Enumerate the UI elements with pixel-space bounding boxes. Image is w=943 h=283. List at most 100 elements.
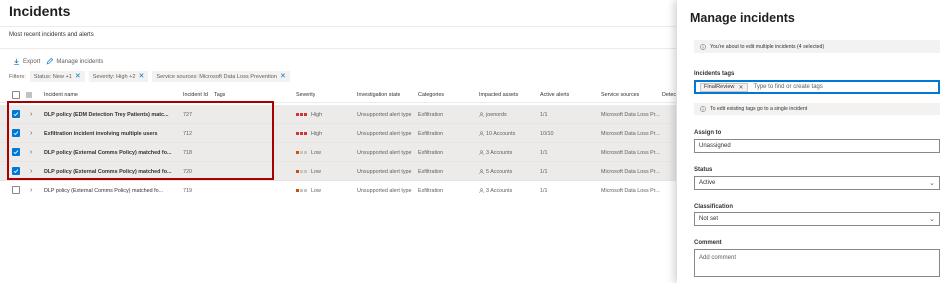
assets-label: 3 Accounts [486, 187, 513, 194]
table-row[interactable]: › DLP policy (External Comms Policy) mat… [0, 162, 676, 181]
close-icon[interactable]: ✕ [139, 73, 145, 80]
assign-to-input[interactable]: Unassigned [694, 139, 940, 153]
severity-cell: Low [296, 162, 321, 181]
column-header-categories[interactable]: Categories [418, 88, 444, 102]
impacted-assets: 3 Accounts [479, 143, 512, 162]
category: Exfiltration [418, 130, 444, 137]
active-alerts: 1/1 [540, 187, 548, 194]
incident-id: 712 [183, 130, 192, 137]
incident-name[interactable]: DLP policy (External Comms Policy) match… [44, 143, 180, 162]
active-alerts: 1/1 [540, 168, 548, 175]
incidents-tags-label: Incidents tags [694, 71, 735, 77]
assign-to-label: Assign to [694, 130, 722, 136]
service-source: Microsoft Data Loss Pr... [601, 130, 660, 137]
export-button[interactable]: Export [13, 58, 40, 65]
assets-label: 3 Accounts [486, 149, 513, 156]
filter-chip-status[interactable]: Status: New +1 ✕ [29, 71, 85, 82]
table-row[interactable]: › DLP policy (External Comms Policy) mat… [0, 181, 676, 200]
incident-name[interactable]: DLP policy (External Comms Policy) match… [44, 162, 180, 181]
column-header-tags[interactable]: Tags [214, 88, 225, 102]
table-row[interactable]: › DLP policy (EDM Detection Trey Patient… [0, 105, 676, 124]
column-header-service-sources[interactable]: Service sources [601, 88, 639, 102]
incident-name[interactable]: DLP policy (EDM Detection Trey Patients)… [44, 105, 180, 124]
impacted-assets: 3 Accounts [479, 181, 512, 200]
info-message-bar: You're about to edit multiple incidents … [694, 40, 940, 53]
pencil-icon [46, 58, 54, 65]
chevron-right-icon[interactable]: › [30, 181, 32, 200]
assets-label: joenords [486, 111, 507, 118]
assets-label: 5 Accounts [486, 168, 513, 175]
impacted-assets: 5 Accounts [479, 162, 512, 181]
chevron-right-icon[interactable]: › [30, 162, 32, 181]
close-icon[interactable]: ✕ [75, 73, 81, 80]
service-source: Microsoft Data Loss Pr... [601, 168, 660, 175]
column-header-investigation-state[interactable]: Investigation state [357, 88, 400, 102]
incident-name[interactable]: DLP policy (External Comms Policy) match… [44, 181, 180, 200]
filter-bar: Filters: Status: New +1 ✕ Severity: High… [9, 71, 290, 82]
column-header-detection[interactable]: Detec [662, 88, 676, 102]
manage-incidents-panel: Manage incidents You're about to edit mu… [677, 0, 943, 283]
severity-low-icon [296, 151, 307, 154]
column-header-incident-name[interactable]: Incident name [44, 88, 78, 102]
column-header-active-alerts[interactable]: Active alerts [540, 88, 569, 102]
comment-textarea[interactable]: Add comment [694, 249, 940, 277]
active-alerts: 1/1 [540, 111, 548, 118]
severity-label: Low [311, 149, 321, 156]
close-icon[interactable]: ✕ [738, 84, 743, 91]
filter-chip-label: Service sources: Microsoft Data Loss Pre… [156, 73, 278, 80]
row-checkbox[interactable] [12, 110, 20, 118]
tag-chip[interactable]: FinalReview ✕ [700, 82, 748, 92]
divider [0, 26, 676, 27]
page-subtitle: Most recent incidents and alerts [9, 32, 94, 38]
classification-dropdown[interactable]: Not set ⌄ [694, 212, 940, 226]
classification-value: Not set [699, 216, 719, 222]
column-header-incident-id[interactable]: Incident Id [183, 88, 208, 102]
person-icon [479, 131, 484, 136]
service-source: Microsoft Data Loss Pr... [601, 111, 660, 118]
manage-incidents-button[interactable]: Manage incidents [46, 58, 103, 65]
filters-label: Filters: [9, 73, 26, 80]
list-icon [26, 88, 32, 102]
incident-name[interactable]: Exfiltration incident involving multiple… [44, 124, 180, 143]
category: Exfiltration [418, 187, 444, 194]
row-checkbox[interactable] [12, 167, 20, 175]
table-row[interactable]: › Exfiltration incident involving multip… [0, 124, 676, 143]
tags-input[interactable]: FinalReview ✕ Type to find or create tag… [694, 80, 940, 94]
status-label: Status [694, 167, 713, 173]
status-dropdown[interactable]: Active ⌄ [694, 176, 940, 190]
active-alerts: 1/1 [540, 149, 548, 156]
filter-chip-severity[interactable]: Severity: High +2 ✕ [88, 71, 149, 82]
filter-chip-label: Severity: High +2 [92, 73, 136, 80]
chevron-right-icon[interactable]: › [30, 105, 32, 124]
table-row[interactable]: › DLP policy (External Comms Policy) mat… [0, 143, 676, 162]
chevron-right-icon[interactable]: › [30, 124, 32, 143]
row-checkbox[interactable] [12, 148, 20, 156]
tags-info-message: To edit existing tags go to a single inc… [710, 106, 808, 112]
severity-cell: High [296, 124, 322, 143]
manage-incidents-label: Manage incidents [56, 58, 104, 65]
severity-label: High [311, 130, 323, 137]
category: Exfiltration [418, 168, 444, 175]
row-checkbox[interactable] [12, 129, 20, 137]
page-title: Incidents [9, 3, 71, 19]
close-icon[interactable]: ✕ [280, 73, 286, 80]
filter-chip-service-sources[interactable]: Service sources: Microsoft Data Loss Pre… [152, 71, 290, 82]
severity-high-icon [296, 132, 307, 135]
tags-input-placeholder[interactable]: Type to find or create tags [754, 84, 823, 90]
tag-chip-label: FinalReview [704, 84, 735, 90]
column-header-severity[interactable]: Severity [296, 88, 315, 102]
incident-id: 719 [183, 187, 192, 194]
severity-cell: Low [296, 143, 321, 162]
incidents-page: Incidents Most recent incidents and aler… [0, 0, 676, 283]
select-all-checkbox[interactable] [12, 91, 20, 99]
chevron-down-icon: ⌄ [929, 180, 935, 187]
incident-id: 718 [183, 149, 192, 156]
severity-high-icon [296, 113, 307, 116]
table-header: Incident name Incident Id Tags Severity … [0, 88, 676, 103]
severity-low-icon [296, 170, 307, 173]
row-checkbox[interactable] [12, 186, 20, 194]
column-header-impacted-assets[interactable]: Impacted assets [479, 88, 518, 102]
chevron-right-icon[interactable]: › [30, 143, 32, 162]
severity-low-icon [296, 189, 307, 192]
chevron-down-icon: ⌄ [929, 216, 935, 223]
